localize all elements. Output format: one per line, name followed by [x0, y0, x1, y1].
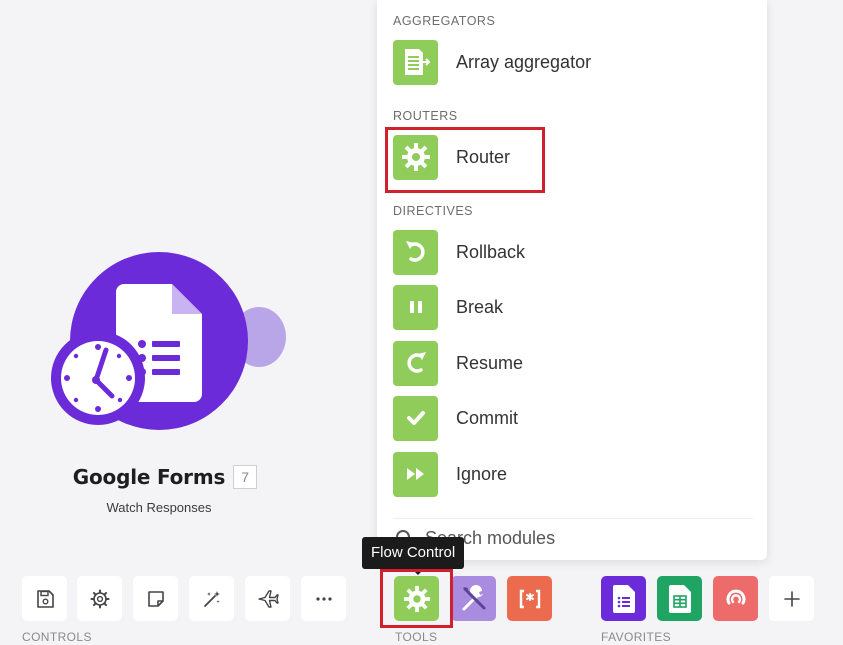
save-icon: [36, 589, 54, 608]
module-subtitle: Watch Responses: [106, 500, 212, 515]
pause-icon: [393, 284, 438, 330]
menu-item-break[interactable]: Break: [393, 284, 753, 330]
tools-icon: [462, 584, 485, 610]
section-label-aggregators: AGGREGATORS: [393, 14, 496, 28]
scenario-app-icon: [726, 589, 745, 604]
menu-item-router[interactable]: Router: [393, 134, 753, 180]
search-modules-input[interactable]: [425, 528, 725, 549]
gear-icon: [90, 589, 109, 608]
scenario-module[interactable]: Google Forms 7 Watch Responses: [0, 0, 330, 540]
flow-control-menu: AGGREGATORS Array aggregator ROUTERS Rou…: [377, 0, 767, 560]
notes-button[interactable]: [133, 576, 178, 621]
menu-item-ignore[interactable]: Ignore: [393, 451, 753, 497]
menu-item-rollback[interactable]: Rollback: [393, 229, 753, 275]
clock-icon[interactable]: [50, 330, 146, 426]
menu-item-label: Resume: [456, 352, 524, 373]
menu-item-label: Rollback: [456, 241, 526, 262]
flow-control-gear-icon: [403, 585, 430, 612]
auto-align-button[interactable]: [189, 576, 234, 621]
tools-button[interactable]: [451, 576, 496, 621]
gear-icon: [393, 134, 438, 180]
scenario-settings-button[interactable]: [77, 576, 122, 621]
checkmark-icon: [393, 395, 438, 441]
explain-flow-button[interactable]: [245, 576, 290, 621]
menu-item-array-aggregator[interactable]: Array aggregator: [393, 39, 753, 85]
fast-forward-icon: [393, 451, 438, 497]
rollback-icon: [393, 229, 438, 275]
menu-item-commit[interactable]: Commit: [393, 395, 753, 441]
plus-icon: [783, 590, 800, 607]
save-button[interactable]: [22, 576, 67, 621]
add-favorite-button[interactable]: [769, 576, 814, 621]
menu-item-label: Commit: [456, 407, 518, 428]
text-parser-button[interactable]: [507, 576, 552, 621]
tools-label: TOOLS: [395, 630, 438, 644]
module-id-badge: 7: [233, 465, 258, 489]
menu-item-resume[interactable]: Resume: [393, 340, 753, 386]
magic-wand-icon: [203, 590, 220, 607]
text-parser-icon: [519, 589, 540, 608]
section-label-routers: ROUTERS: [393, 109, 458, 123]
ellipsis-icon: [315, 596, 332, 601]
google-sheets-icon: [668, 584, 691, 613]
array-aggregator-icon: [393, 39, 438, 85]
menu-item-label: Array aggregator: [456, 51, 592, 72]
more-options-button[interactable]: [301, 576, 346, 621]
menu-item-label: Ignore: [456, 463, 508, 484]
google-forms-icon: [612, 584, 635, 613]
module-title: Google Forms: [72, 465, 226, 489]
menu-item-label: Router: [456, 146, 511, 167]
resume-icon: [393, 340, 438, 386]
module-title-row: Google Forms 7: [0, 465, 330, 489]
flow-control-button[interactable]: [394, 576, 439, 621]
note-icon: [147, 590, 164, 607]
section-label-directives: DIRECTIVES: [393, 204, 474, 218]
favorite-app-button[interactable]: [713, 576, 758, 621]
airplane-icon: [257, 589, 279, 608]
controls-label: CONTROLS: [22, 630, 92, 644]
favorite-google-sheets-button[interactable]: [657, 576, 702, 621]
favorites-label: FAVORITES: [601, 630, 672, 644]
menu-item-label: Break: [456, 296, 504, 317]
flow-control-tooltip: Flow Control: [362, 537, 465, 575]
favorite-google-forms-button[interactable]: [601, 576, 646, 621]
